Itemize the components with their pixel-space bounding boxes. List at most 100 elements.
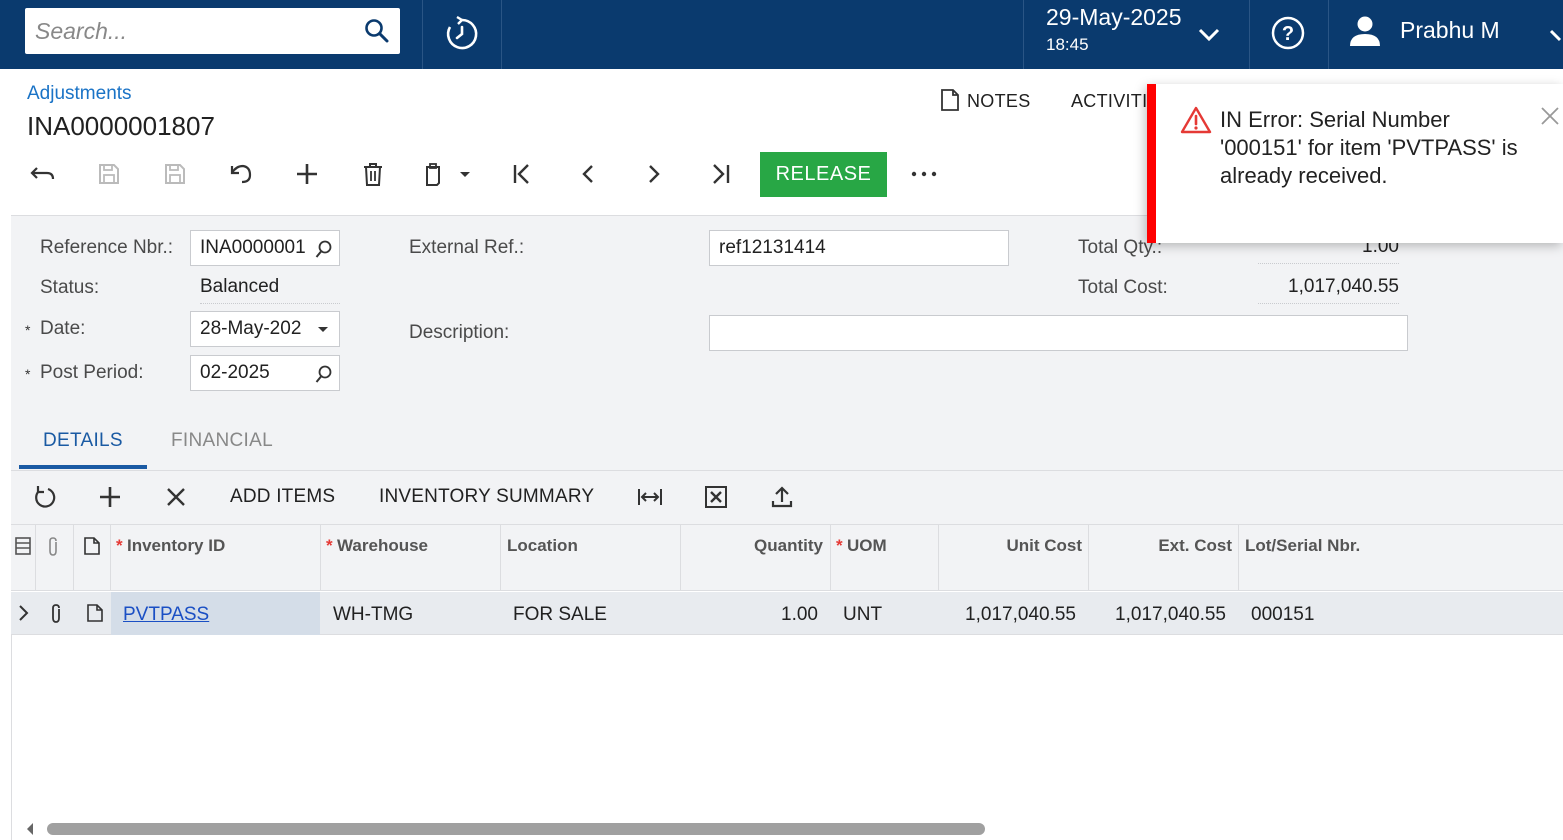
expand-row-icon[interactable] <box>16 603 30 628</box>
release-button[interactable]: RELEASE <box>760 152 887 197</box>
required-marker: * <box>836 536 843 555</box>
more-actions-icon[interactable] <box>906 156 942 192</box>
column-header-uom[interactable]: UOM <box>847 536 887 556</box>
first-record-icon[interactable] <box>504 156 540 192</box>
uom-cell[interactable]: UNT <box>843 604 882 626</box>
ext-cost-cell[interactable]: 1,017,040.55 <box>1088 604 1226 626</box>
save-icon[interactable] <box>157 156 193 192</box>
warehouse-cell[interactable]: WH-TMG <box>333 604 413 626</box>
lookup-icon[interactable] <box>315 239 333 259</box>
topbar-divider <box>1249 0 1250 69</box>
breadcrumb[interactable]: Adjustments <box>27 83 132 105</box>
date-value: 28-May-202 <box>200 318 302 339</box>
scroll-left-icon[interactable] <box>24 821 36 840</box>
warning-icon <box>1180 106 1212 139</box>
column-header-inventory-id[interactable]: Inventory ID <box>127 536 225 556</box>
column-header-lot-serial[interactable]: Lot/Serial Nbr. <box>1245 536 1360 556</box>
attachment-icon <box>45 536 61 563</box>
location-cell[interactable]: FOR SALE <box>513 604 607 626</box>
date-field[interactable]: 28-May-202 <box>190 311 340 347</box>
delete-icon[interactable] <box>355 156 391 192</box>
paste-icon[interactable] <box>420 156 476 192</box>
inventory-summary-button[interactable]: INVENTORY SUMMARY <box>379 486 594 508</box>
help-icon[interactable]: ? <box>1270 15 1306 56</box>
post-period-field[interactable]: 02-2025 <box>190 355 340 391</box>
svg-text:?: ? <box>1282 23 1294 45</box>
horizontal-scrollbar[interactable] <box>47 823 985 835</box>
column-divider <box>35 525 36 591</box>
unit-cost-cell[interactable]: 1,017,040.55 <box>938 604 1076 626</box>
note-icon[interactable] <box>86 603 104 628</box>
status-label: Status: <box>40 277 100 298</box>
status-text: Balanced <box>200 275 280 297</box>
user-icon[interactable] <box>1348 14 1382 53</box>
chevron-down-icon[interactable] <box>1548 24 1563 51</box>
reference-nbr-field[interactable]: INA0000001 <box>190 230 340 266</box>
previous-record-icon[interactable] <box>570 156 606 192</box>
post-period-value: 02-2025 <box>200 362 270 383</box>
column-header-warehouse[interactable]: Warehouse <box>337 536 428 556</box>
save-close-icon[interactable] <box>91 156 127 192</box>
external-ref-field[interactable]: ref12131414 <box>709 230 1009 266</box>
tab-financial[interactable]: FINANCIAL <box>171 430 273 452</box>
refresh-icon[interactable] <box>29 481 61 513</box>
reference-nbr-value: INA0000001 <box>200 237 306 258</box>
delete-row-icon[interactable] <box>160 481 192 513</box>
search-box[interactable] <box>25 8 400 54</box>
back-icon[interactable] <box>25 156 61 192</box>
add-icon[interactable] <box>289 156 325 192</box>
inventory-id-link[interactable]: PVTPASS <box>123 604 209 626</box>
business-time-text: 18:45 <box>1046 35 1089 54</box>
lot-serial-cell[interactable]: 000151 <box>1251 604 1314 626</box>
fit-to-screen-icon[interactable] <box>634 481 666 513</box>
quantity-cell[interactable]: 1.00 <box>680 604 818 626</box>
row-selector-icon[interactable] <box>14 536 32 561</box>
external-ref-value: ref12131414 <box>719 237 826 258</box>
status-value: Balanced <box>200 270 340 304</box>
activities-button[interactable]: ACTIVITI <box>1071 91 1147 112</box>
column-divider <box>938 525 939 591</box>
column-header-ext-cost[interactable]: Ext. Cost <box>1088 536 1232 556</box>
description-label: Description: <box>409 322 510 343</box>
required-marker: * <box>326 536 333 555</box>
search-input[interactable] <box>35 17 355 45</box>
column-header-location[interactable]: Location <box>507 536 578 556</box>
notes-button[interactable]: NOTES <box>967 91 1031 112</box>
grid-header <box>11 525 1563 591</box>
post-period-label: Post Period: <box>40 362 144 383</box>
active-tab-indicator <box>19 465 147 469</box>
add-row-icon[interactable] <box>94 481 126 513</box>
search-icon[interactable] <box>364 18 390 44</box>
external-ref-label: External Ref.: <box>409 237 525 258</box>
total-cost-value: 1,017,040.55 <box>1258 270 1399 304</box>
error-notification: IN Error: Serial Number '000151' for ite… <box>1147 84 1563 243</box>
column-divider <box>680 525 681 591</box>
description-field[interactable] <box>709 315 1408 351</box>
close-icon[interactable] <box>1539 105 1561 132</box>
required-marker: * <box>25 366 31 382</box>
required-marker: * <box>116 536 123 555</box>
column-divider <box>830 525 831 591</box>
note-icon <box>83 536 101 561</box>
error-accent-bar <box>1147 84 1156 243</box>
next-record-icon[interactable] <box>636 156 672 192</box>
upload-icon[interactable] <box>766 481 798 513</box>
tab-details[interactable]: DETAILS <box>43 430 123 452</box>
add-items-button[interactable]: ADD ITEMS <box>230 486 335 508</box>
recent-history-icon[interactable] <box>443 15 481 58</box>
chevron-down-icon[interactable] <box>1196 24 1222 51</box>
column-header-unit-cost[interactable]: Unit Cost <box>938 536 1082 556</box>
business-date[interactable]: 29-May-2025 18:45 <box>1046 4 1182 55</box>
last-record-icon[interactable] <box>702 156 738 192</box>
dropdown-icon[interactable] <box>317 326 329 334</box>
undo-icon[interactable] <box>223 156 259 192</box>
attachment-icon[interactable] <box>48 603 64 630</box>
user-name[interactable]: Prabhu M <box>1400 17 1500 44</box>
excel-export-icon[interactable] <box>700 481 732 513</box>
grid-border <box>11 635 12 840</box>
lookup-icon[interactable] <box>315 364 333 384</box>
column-header-quantity[interactable]: Quantity <box>680 536 823 556</box>
date-label: Date: <box>40 318 86 339</box>
column-divider <box>320 525 321 591</box>
notes-icon[interactable] <box>940 88 960 117</box>
